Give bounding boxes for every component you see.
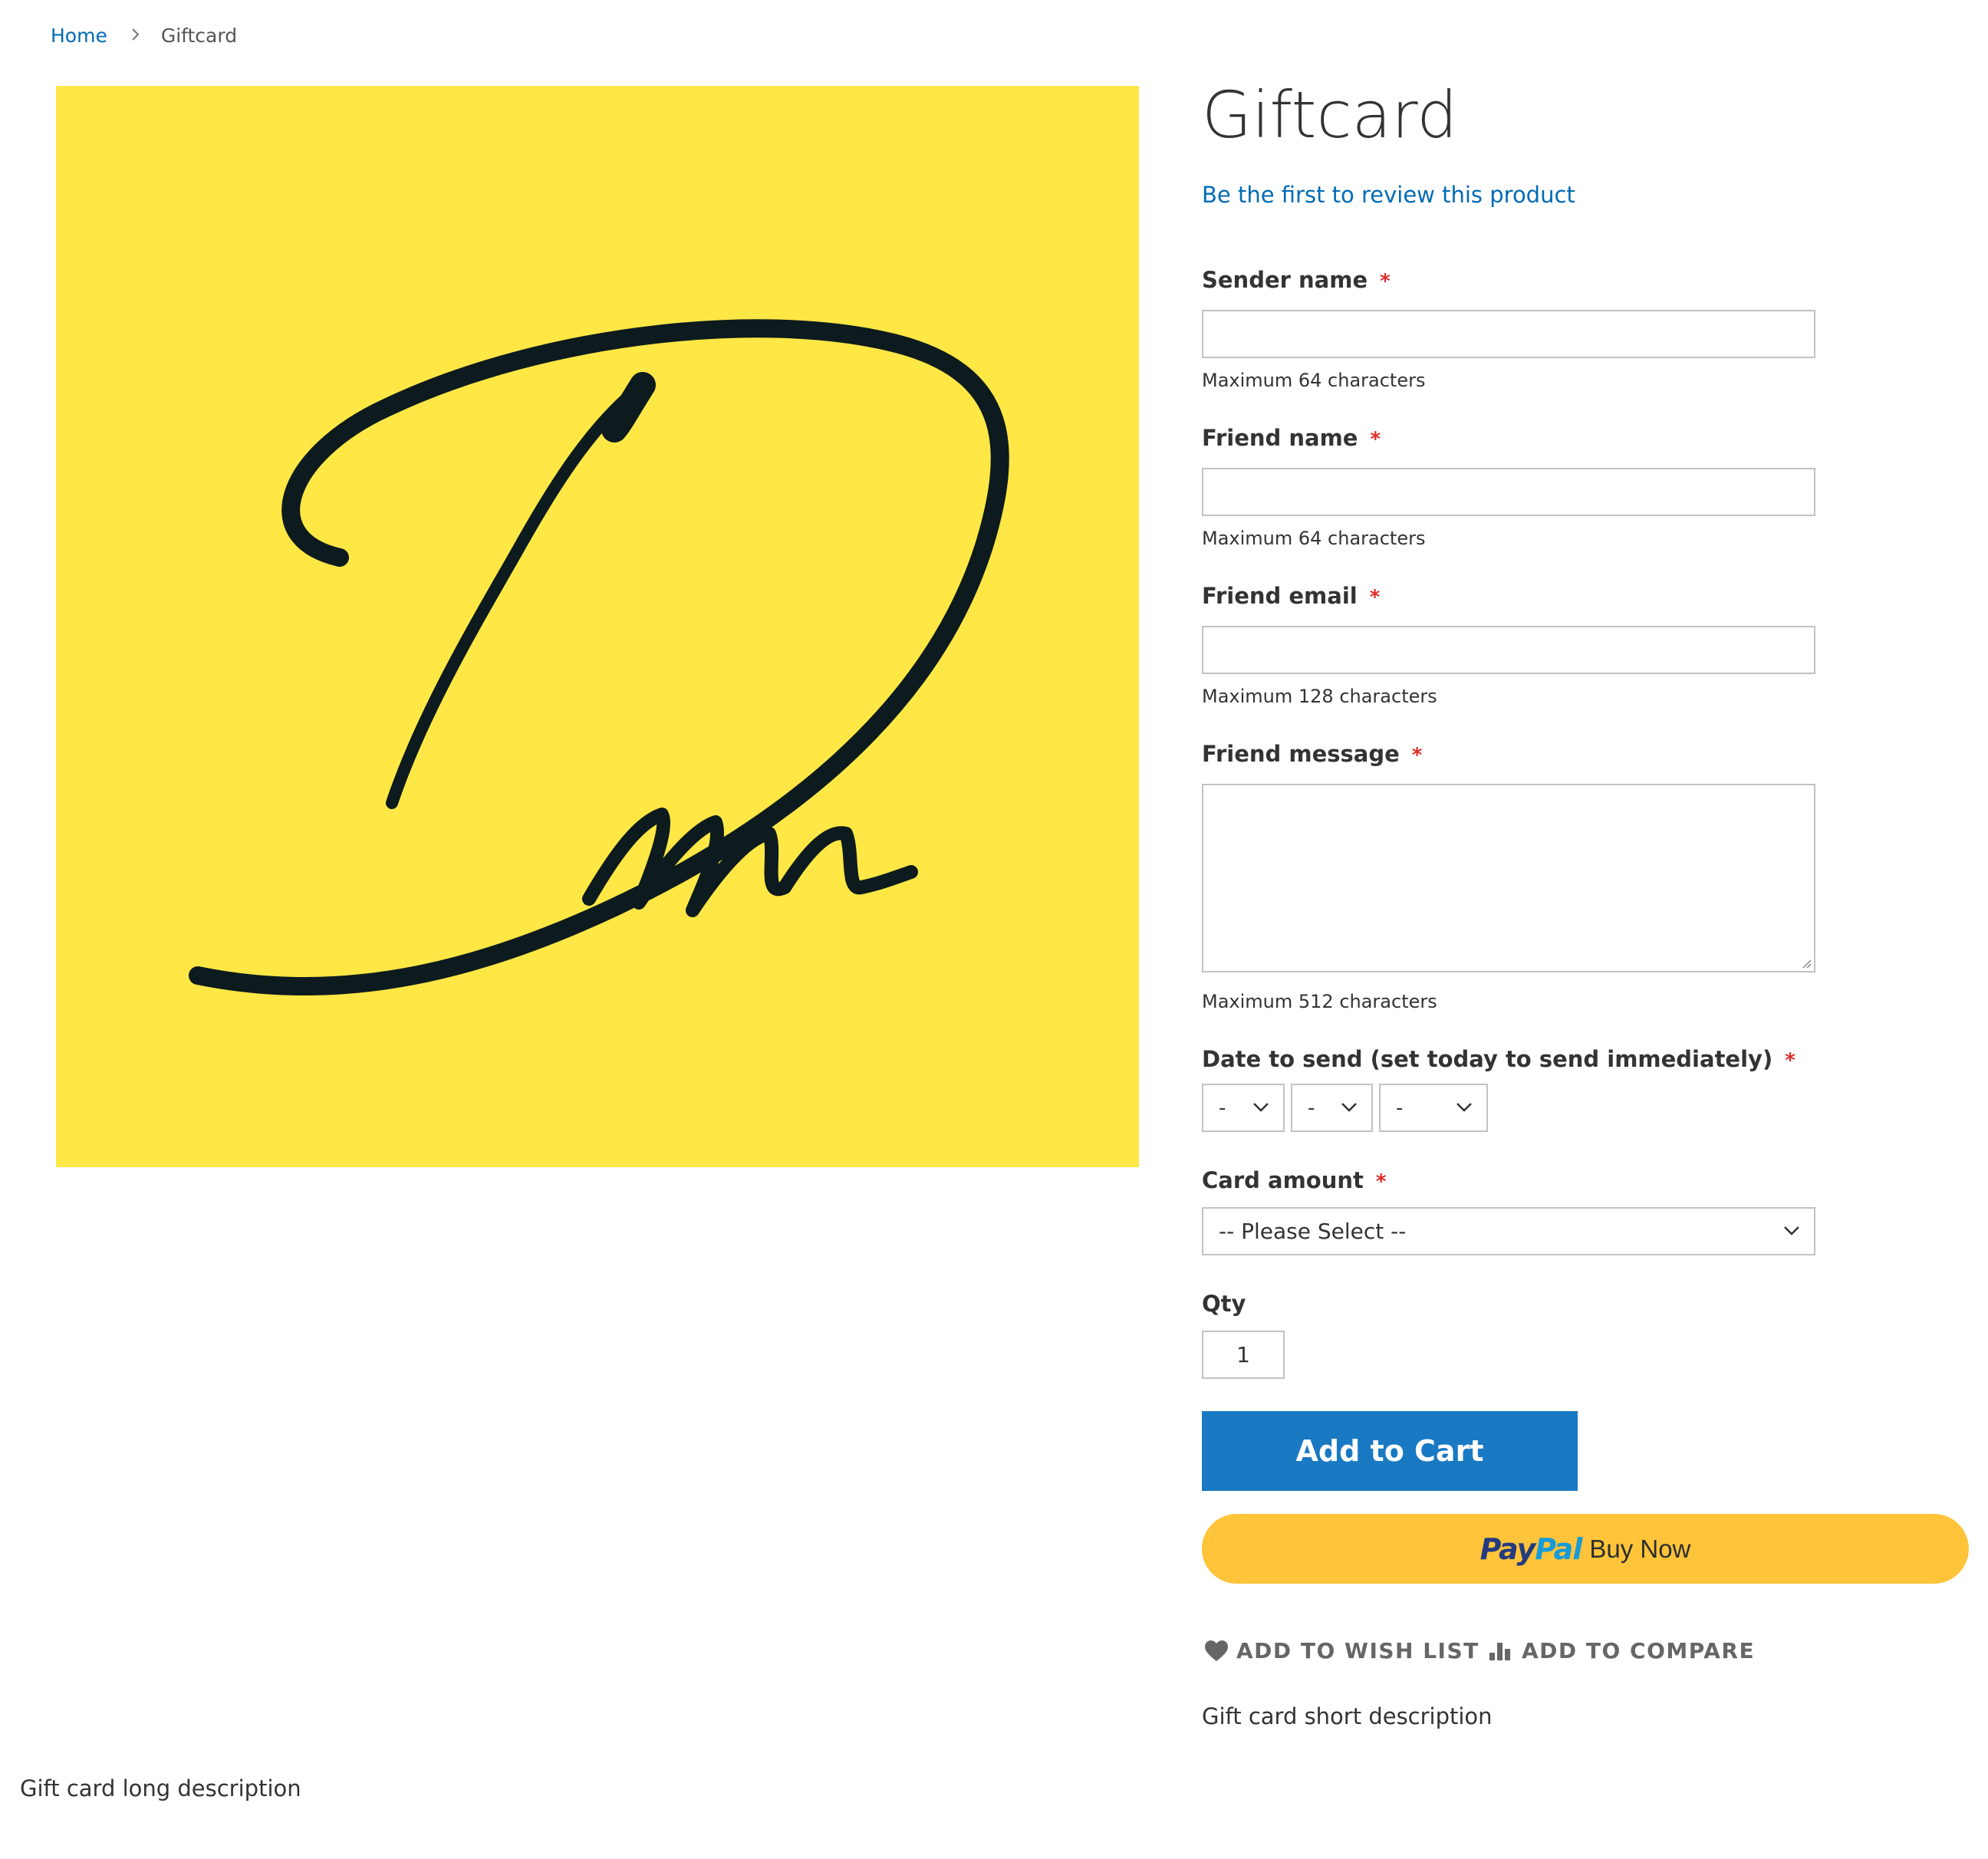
- signature-logo: [189, 319, 1009, 996]
- breadcrumb-current: Giftcard: [160, 25, 238, 47]
- breadcrumb-home-link[interactable]: Home: [51, 25, 107, 47]
- chevron-right-icon: [130, 25, 141, 47]
- friend-message-label-text: Friend message: [1202, 741, 1400, 767]
- date-year-select[interactable]: -: [1379, 1084, 1488, 1132]
- friend-name-note: Maximum 64 characters: [1202, 528, 1426, 549]
- required-marker: *: [1380, 270, 1391, 293]
- friend-name-label: Friend name *: [1202, 425, 1381, 451]
- friend-email-input[interactable]: [1202, 626, 1815, 674]
- paypal-logo: PayPal: [1479, 1532, 1583, 1566]
- breadcrumb: Home Giftcard: [51, 25, 237, 47]
- friend-email-label-text: Friend email: [1202, 583, 1358, 609]
- date-day-value: -: [1219, 1096, 1226, 1120]
- short-description: Gift card short description: [1202, 1703, 1493, 1729]
- required-marker: *: [1785, 1049, 1795, 1072]
- card-amount-label-text: Card amount: [1202, 1167, 1364, 1193]
- card-amount-value: -- Please Select --: [1219, 1219, 1407, 1244]
- compare-label: ADD TO COMPARE: [1522, 1638, 1756, 1663]
- card-amount-select[interactable]: -- Please Select --: [1202, 1207, 1815, 1255]
- sender-name-note: Maximum 64 characters: [1202, 370, 1426, 391]
- review-link[interactable]: Be the first to review this product: [1202, 182, 1575, 208]
- sender-name-label-text: Sender name: [1202, 267, 1368, 293]
- required-marker: *: [1375, 1170, 1387, 1193]
- friend-email-label: Friend email *: [1202, 583, 1380, 609]
- required-marker: *: [1369, 586, 1381, 609]
- long-description: Gift card long description: [20, 1775, 301, 1801]
- friend-name-label-text: Friend name: [1202, 425, 1358, 451]
- friend-name-input[interactable]: [1202, 468, 1815, 516]
- add-to-wishlist-link[interactable]: ADD TO WISH LIST: [1204, 1638, 1479, 1663]
- add-to-compare-link[interactable]: ADD TO COMPARE: [1489, 1638, 1755, 1663]
- card-amount-label: Card amount *: [1202, 1167, 1386, 1193]
- date-to-send-label-text: Date to send (set today to send immediat…: [1202, 1046, 1773, 1072]
- chevron-down-icon: [1341, 1103, 1357, 1112]
- qty-input[interactable]: 1: [1202, 1331, 1285, 1379]
- qty-label: Qty: [1202, 1291, 1246, 1317]
- date-month-value: -: [1308, 1096, 1315, 1120]
- friend-message-textarea[interactable]: [1202, 784, 1815, 972]
- add-to-cart-button[interactable]: Add to Cart: [1202, 1411, 1578, 1491]
- chevron-down-icon: [1784, 1226, 1799, 1235]
- paypal-logo-pay: Pay: [1479, 1532, 1536, 1566]
- date-month-select[interactable]: -: [1291, 1084, 1373, 1132]
- sender-name-label: Sender name *: [1202, 267, 1391, 293]
- heart-icon: [1205, 1640, 1228, 1661]
- required-marker: *: [1370, 428, 1381, 451]
- date-to-send-label: Date to send (set today to send immediat…: [1202, 1046, 1795, 1072]
- sender-name-input[interactable]: [1202, 310, 1815, 358]
- friend-email-note: Maximum 128 characters: [1202, 686, 1437, 707]
- bar-chart-icon: [1489, 1642, 1510, 1660]
- resize-grip-icon[interactable]: [1801, 958, 1812, 969]
- friend-message-label: Friend message *: [1202, 741, 1422, 767]
- required-marker: *: [1411, 744, 1423, 767]
- friend-message-note: Maximum 512 characters: [1202, 991, 1437, 1012]
- date-day-select[interactable]: -: [1202, 1084, 1285, 1132]
- paypal-logo-pal: Pal: [1535, 1532, 1582, 1566]
- wishlist-label: ADD TO WISH LIST: [1236, 1638, 1479, 1663]
- paypal-buy-now-button[interactable]: PayPal Buy Now: [1202, 1514, 1969, 1584]
- paypal-button-text: Buy Now: [1589, 1534, 1691, 1563]
- date-year-value: -: [1396, 1096, 1404, 1120]
- product-image: [56, 86, 1139, 1167]
- page-title: Giftcard: [1202, 77, 1458, 153]
- chevron-down-icon: [1456, 1103, 1472, 1112]
- chevron-down-icon: [1253, 1103, 1269, 1112]
